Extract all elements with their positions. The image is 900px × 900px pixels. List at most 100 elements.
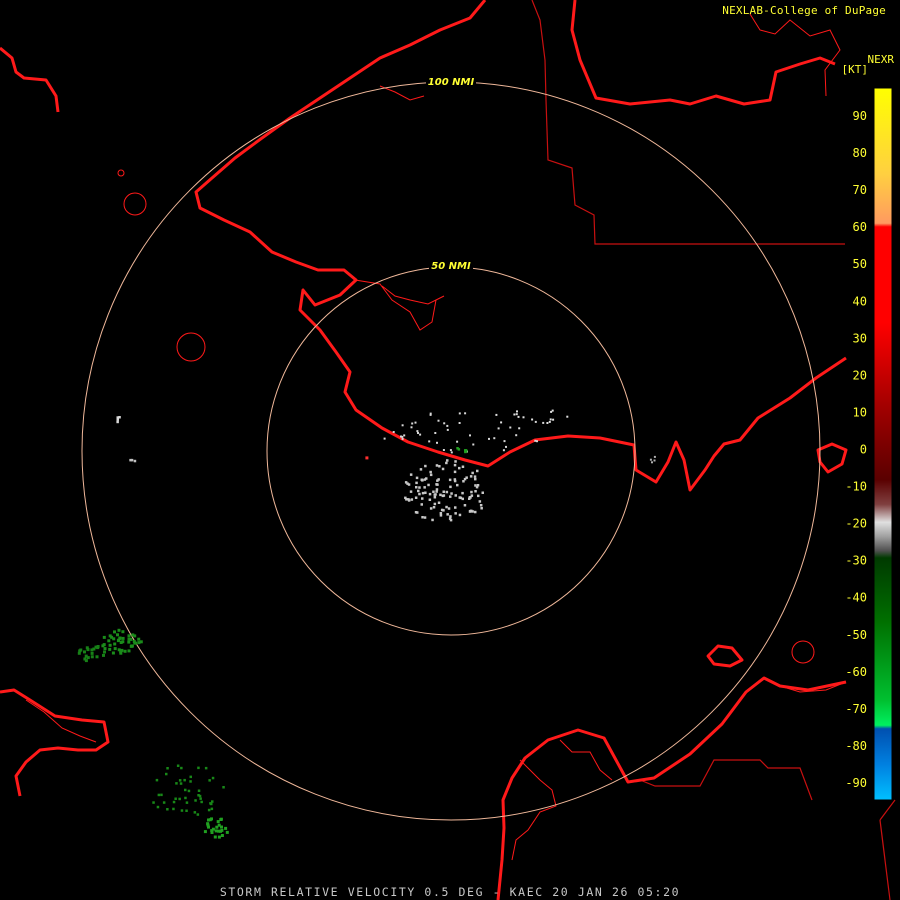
echo-pixel [461, 497, 464, 501]
echo-pixel [416, 430, 419, 433]
echo-pixel [447, 507, 451, 510]
echo-pixel [116, 633, 119, 637]
echo-pixel [418, 492, 421, 496]
echo-pixel [200, 800, 203, 804]
credit-label: NEXLAB-College of DuPage [722, 4, 886, 17]
echo-pixel [211, 800, 214, 803]
echo-pixel [425, 477, 428, 480]
echo-pixel [220, 834, 224, 837]
echo-pixel [176, 764, 180, 767]
echo-pixel [179, 782, 183, 785]
echo-pixel [468, 509, 472, 513]
echo-pixel [162, 801, 166, 804]
echo-pixel [549, 418, 552, 421]
echo-pixel [435, 488, 439, 491]
echo-pixel [429, 470, 432, 474]
echo-pixel [418, 486, 421, 489]
echo-pixel [442, 449, 445, 451]
echo-pixel [178, 797, 181, 801]
echo-pixel [411, 422, 414, 425]
echo-pixel [458, 513, 462, 517]
echo-pixel [127, 649, 131, 653]
echo-pixel [474, 484, 477, 487]
echo-pixel [450, 451, 453, 454]
echo-pixel [172, 800, 176, 804]
echo-pixel [108, 643, 112, 647]
echo-pixel [445, 490, 449, 494]
scale-tick-label: -50 [845, 628, 867, 642]
echo-pixel [156, 805, 160, 809]
echo-pixel [113, 647, 117, 651]
echo-pixel [404, 496, 407, 500]
scale-tick-label: 40 [853, 294, 867, 308]
echo-pixel [96, 646, 100, 650]
echo-pixel [183, 778, 186, 782]
echo-pixel [458, 466, 461, 470]
echo-pixel [437, 478, 440, 481]
echo-pixel [108, 634, 112, 638]
echo-pixel [449, 485, 452, 489]
echo-pixel [550, 410, 553, 413]
scale-tick-label: 80 [853, 146, 867, 160]
echo-pixel [446, 428, 449, 431]
echo-pixel [434, 432, 437, 434]
echo-pixel [432, 490, 435, 493]
echo-pixel [415, 481, 418, 485]
echo-pixel [86, 656, 90, 660]
echo-pixel [187, 789, 191, 793]
echo-pixel [502, 449, 505, 452]
echo-pixel [474, 510, 477, 514]
echo-pixel [210, 807, 214, 811]
echo-pixel [184, 788, 187, 792]
echo-pixel [449, 449, 452, 452]
echo-pixel [117, 628, 121, 632]
echo-pixel [129, 637, 133, 641]
echo-pixel [207, 818, 210, 822]
scale-tick-label: -70 [845, 702, 867, 716]
echo-pixel [116, 416, 119, 419]
echo-pixel [518, 427, 521, 430]
echo-pixel [463, 477, 467, 481]
echo-pixel [185, 809, 188, 812]
scale-tick-label: -20 [845, 517, 867, 531]
echo-pixel [210, 802, 213, 806]
product-caption: STORM RELATIVE VELOCITY 0.5 DEG - KAEC 2… [219, 885, 681, 899]
echo-pixel [471, 471, 474, 475]
echo-pixel [481, 491, 484, 494]
echo-pixel [414, 496, 418, 499]
echo-pixel [454, 506, 457, 509]
echo-pixel [456, 440, 459, 443]
echo-pixel [157, 793, 161, 797]
echo-pixel [189, 780, 192, 783]
echo-pixel [225, 830, 229, 834]
echo-pixel [439, 514, 443, 517]
echo-pixel [478, 500, 482, 503]
echo-pixel [474, 477, 477, 481]
echo-pixel [651, 461, 653, 464]
echo-pixel [127, 634, 131, 638]
echo-pixel [435, 483, 438, 486]
echo-pixel [534, 420, 537, 423]
scale-tick-label: -90 [845, 776, 867, 790]
echo-pixel [137, 637, 141, 641]
color-scale-bar [873, 87, 893, 801]
scale-tick-label: -40 [845, 591, 867, 605]
echo-pixel [435, 464, 439, 467]
echo-pixel [464, 412, 467, 415]
echo-pixel [210, 831, 214, 834]
echo-pixel [649, 458, 652, 461]
echo-pixel [500, 421, 503, 424]
echo-pixel [428, 492, 432, 496]
echo-pixel [463, 504, 467, 507]
echo-pixel [453, 478, 457, 481]
echo-pixel [172, 807, 175, 811]
scale-tick-label: -30 [845, 554, 867, 568]
echo-pixel [78, 649, 82, 653]
echo-pixel [207, 825, 210, 829]
echo-pixel [185, 801, 189, 804]
echo-pixel [166, 808, 169, 811]
echo-pixel [409, 490, 413, 493]
echo-pixel [102, 635, 106, 639]
echo-pixel [416, 511, 419, 514]
echo-pixel [428, 440, 431, 443]
